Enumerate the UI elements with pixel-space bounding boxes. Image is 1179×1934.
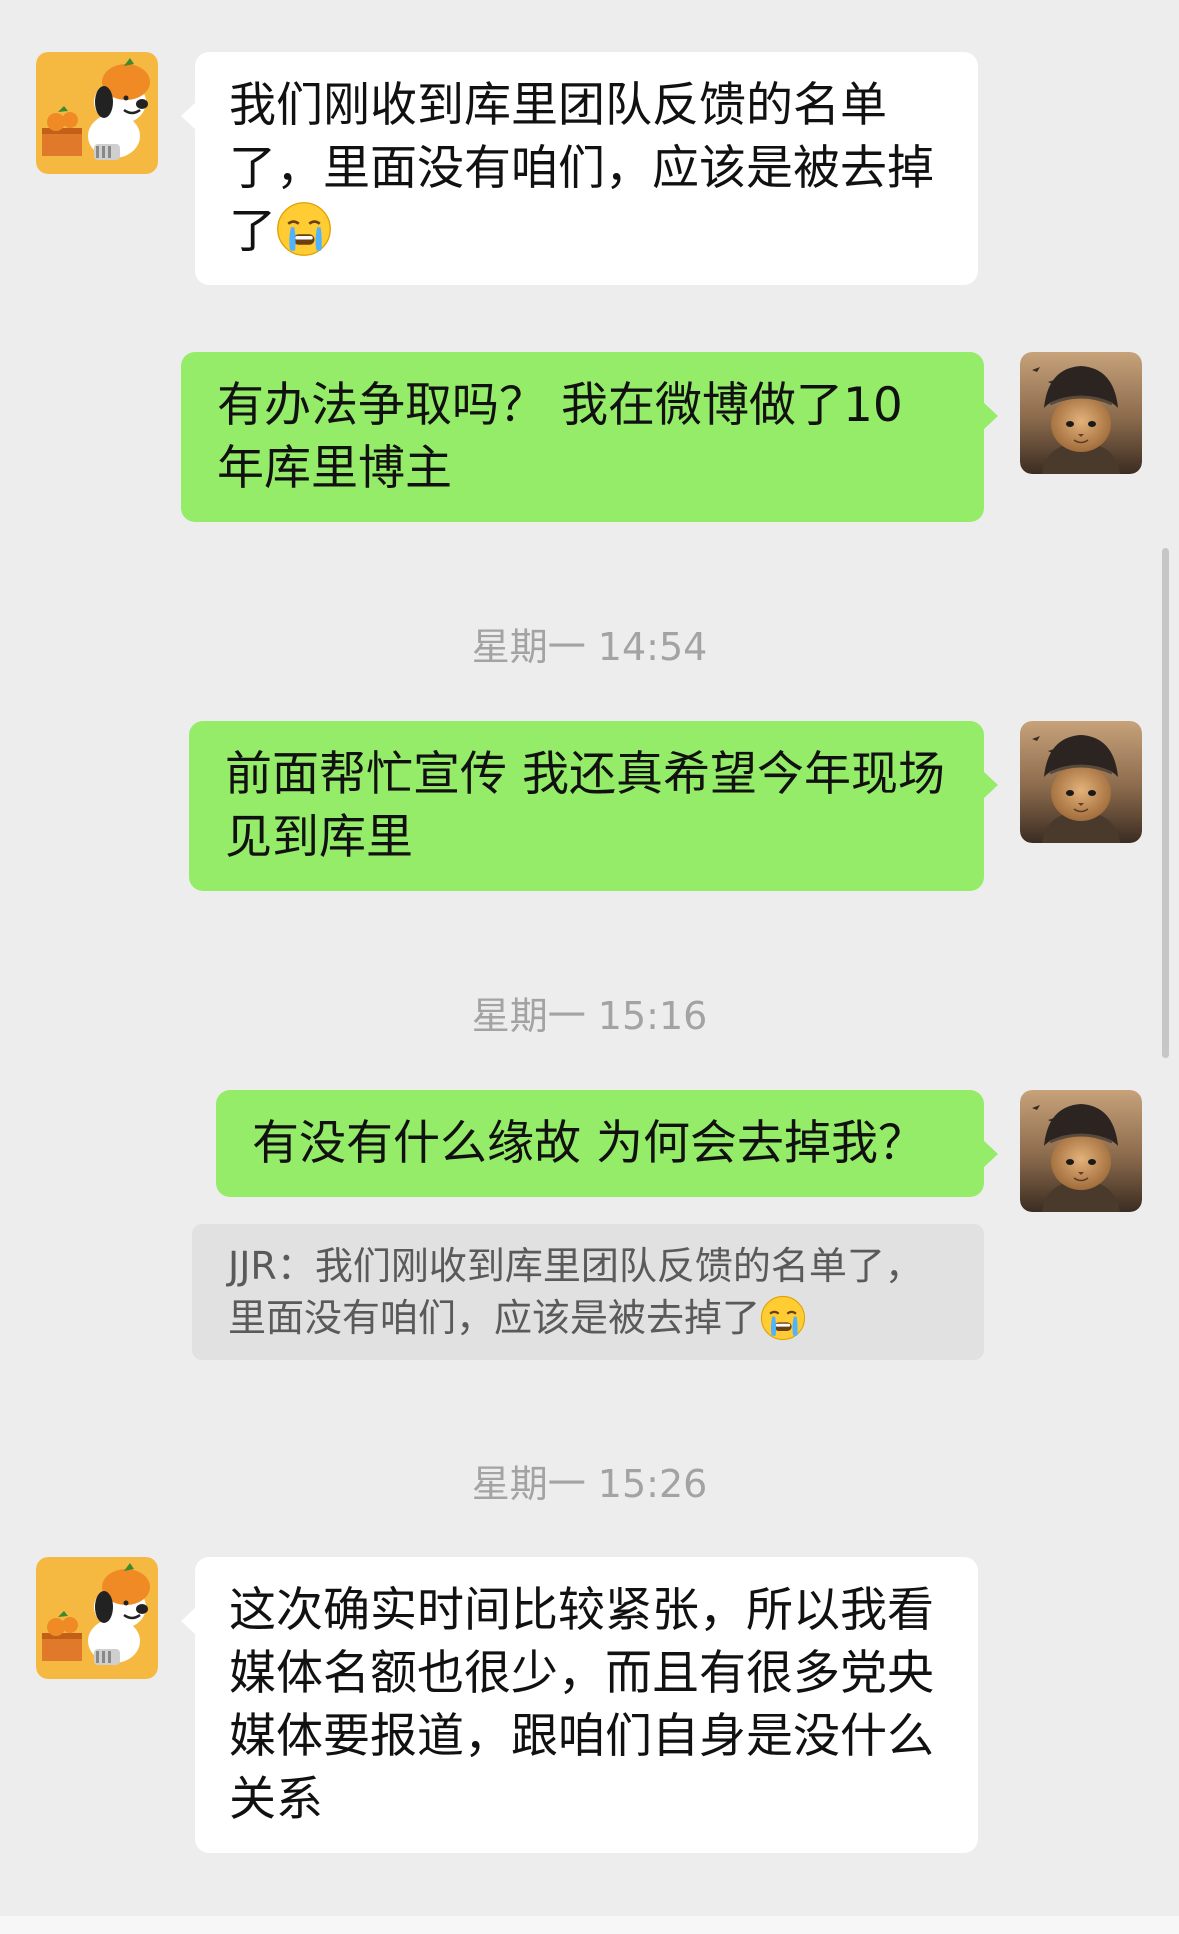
- user-avatar[interactable]: [1020, 721, 1142, 843]
- crying-face-icon: [760, 1295, 806, 1341]
- message-bubble[interactable]: 有办法争取吗？ 我在微博做了10年库里博主: [181, 352, 998, 522]
- timestamp: 星期一 15:26: [471, 1462, 708, 1506]
- contact-avatar[interactable]: [36, 1557, 158, 1679]
- input-bar-edge: [0, 1916, 1179, 1934]
- message-text: 有办法争取吗？ 我在微博做了10年库里博主: [217, 378, 903, 496]
- message-text: 这次确实时间比较紧张，所以我看媒体名额也很少，而且有很多党央媒体要报道，跟咱们自…: [229, 1583, 934, 1827]
- message-bubble[interactable]: 有没有什么缘故 为何会去掉我？: [216, 1090, 998, 1197]
- message-text: 有没有什么缘故 为何会去掉我？: [252, 1116, 925, 1171]
- message-bubble[interactable]: 这次确实时间比较紧张，所以我看媒体名额也很少，而且有很多党央媒体要报道，跟咱们自…: [181, 1557, 978, 1853]
- timestamp: 星期一 15:16: [471, 994, 708, 1038]
- user-avatar[interactable]: [1020, 352, 1142, 474]
- message-bubble[interactable]: 我们刚收到库里团队反馈的名单了，里面没有咱们，应该是被去掉了: [181, 52, 978, 285]
- quoted-message[interactable]: JJR：我们刚收到库里团队反馈的名单了，里面没有咱们，应该是被去掉了: [192, 1224, 984, 1360]
- timestamp: 星期一 14:54: [471, 625, 708, 669]
- crying-face-icon: [276, 201, 332, 257]
- message-text: 前面帮忙宣传 我还真希望今年现场见到库里: [225, 747, 945, 865]
- quoted-text: JJR：我们刚收到库里团队反馈的名单了，里面没有咱们，应该是被去掉了: [228, 1244, 923, 1340]
- scrollbar[interactable]: [1162, 548, 1169, 1058]
- user-avatar[interactable]: [1020, 1090, 1142, 1212]
- message-text: 我们刚收到库里团队反馈的名单了，里面没有咱们，应该是被去掉了: [229, 78, 934, 259]
- contact-avatar[interactable]: [36, 52, 158, 174]
- message-bubble[interactable]: 前面帮忙宣传 我还真希望今年现场见到库里: [189, 721, 998, 891]
